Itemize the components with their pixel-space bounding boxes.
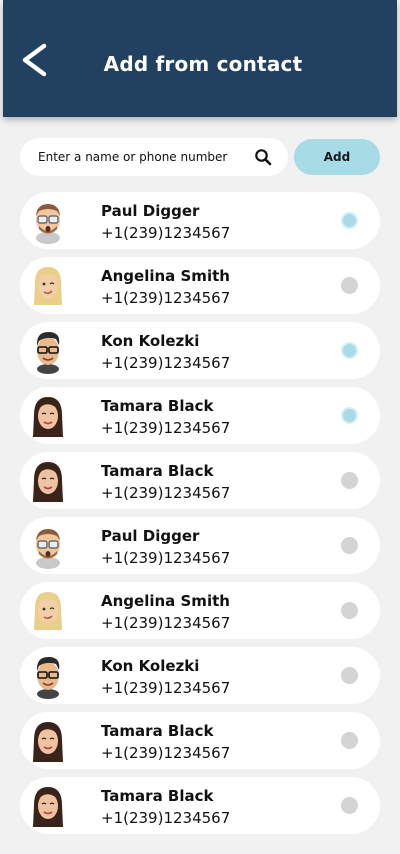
search-bar <box>20 138 288 176</box>
select-radio[interactable] <box>341 667 358 684</box>
contact-item[interactable]: Tamara Black +1(239)1234567 <box>20 387 380 444</box>
contact-item[interactable]: Tamara Black +1(239)1234567 <box>20 712 380 769</box>
page-title: Add from contact <box>103 52 303 76</box>
contact-item[interactable]: Tamara Black +1(239)1234567 <box>20 452 380 509</box>
blonde-woman-avatar <box>34 592 62 630</box>
select-radio[interactable] <box>341 797 358 814</box>
add-button[interactable]: Add <box>294 139 380 175</box>
contact-phone: +1(239)1234567 <box>101 354 231 372</box>
contact-phone: +1(239)1234567 <box>101 419 231 437</box>
woman-dark-hair-avatar <box>33 462 63 502</box>
search-icon[interactable] <box>254 148 272 166</box>
woman-dark-hair-avatar <box>33 787 63 827</box>
contact-item[interactable]: Tamara Black +1(239)1234567 <box>20 777 380 834</box>
man-dark-hair-glasses-avatar <box>36 331 60 374</box>
contact-item[interactable]: Kon Kolezki +1(239)1234567 <box>20 647 380 704</box>
contact-phone: +1(239)1234567 <box>101 679 231 697</box>
select-radio[interactable] <box>341 732 358 749</box>
select-radio[interactable] <box>341 472 358 489</box>
contact-item[interactable]: Kon Kolezki +1(239)1234567 <box>20 322 380 379</box>
contact-name: Kon Kolezki <box>101 657 200 675</box>
contact-name: Tamara Black <box>101 722 214 740</box>
contact-phone: +1(239)1234567 <box>101 614 231 632</box>
contact-item[interactable]: Paul Digger +1(239)1234567 <box>20 192 380 249</box>
contact-name: Tamara Black <box>101 397 214 415</box>
select-radio[interactable] <box>341 277 358 294</box>
contact-list: Paul Digger +1(239)1234567 Angelina Smit… <box>20 192 380 842</box>
contact-item[interactable]: Angelina Smith +1(239)1234567 <box>20 257 380 314</box>
contact-name: Kon Kolezki <box>101 332 200 350</box>
contact-name: Tamara Black <box>101 787 214 805</box>
woman-dark-hair-avatar <box>33 722 63 762</box>
search-input[interactable] <box>34 146 254 168</box>
contact-phone: +1(239)1234567 <box>101 289 231 307</box>
contact-phone: +1(239)1234567 <box>101 484 231 502</box>
app-header: Add from contact <box>3 0 397 117</box>
contact-phone: +1(239)1234567 <box>101 549 231 567</box>
select-radio[interactable] <box>341 407 358 424</box>
contact-phone: +1(239)1234567 <box>101 809 231 827</box>
contact-name: Angelina Smith <box>101 267 230 285</box>
select-radio[interactable] <box>341 212 358 229</box>
contact-name: Paul Digger <box>101 527 200 545</box>
woman-dark-hair-avatar <box>33 397 63 437</box>
select-radio[interactable] <box>341 537 358 554</box>
contact-phone: +1(239)1234567 <box>101 224 231 242</box>
select-radio[interactable] <box>341 342 358 359</box>
man-glasses-beard-avatar <box>36 204 60 244</box>
contact-phone: +1(239)1234567 <box>101 744 231 762</box>
contact-name: Tamara Black <box>101 462 214 480</box>
blonde-woman-avatar <box>34 267 62 305</box>
man-dark-hair-glasses-avatar <box>36 656 60 699</box>
man-glasses-beard-avatar <box>36 529 60 569</box>
select-radio[interactable] <box>341 602 358 619</box>
contact-name: Angelina Smith <box>101 592 230 610</box>
contact-item[interactable]: Paul Digger +1(239)1234567 <box>20 517 380 574</box>
contact-item[interactable]: Angelina Smith +1(239)1234567 <box>20 582 380 639</box>
contact-name: Paul Digger <box>101 202 200 220</box>
